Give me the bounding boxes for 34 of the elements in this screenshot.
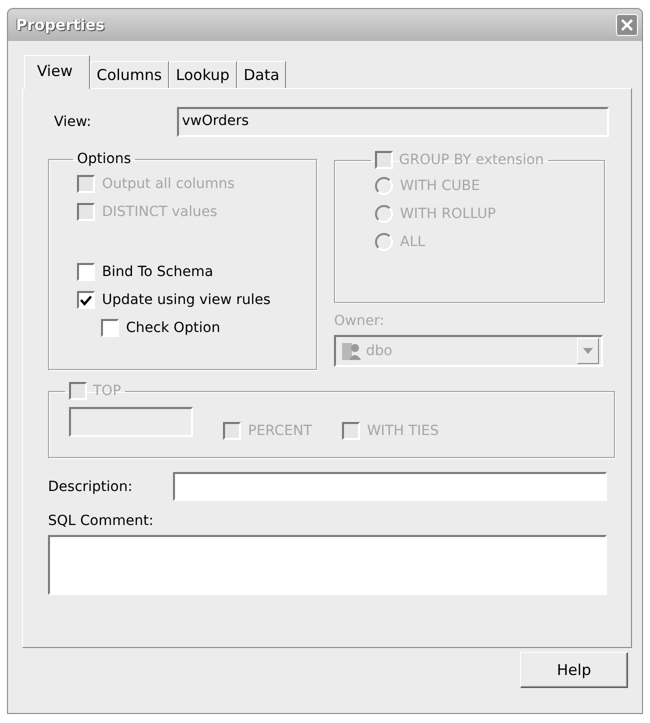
- view-label: View:: [54, 114, 92, 130]
- owner-value: dbo: [366, 343, 392, 359]
- checkbox[interactable]: [101, 319, 119, 337]
- top-count-field[interactable]: [69, 407, 193, 437]
- description-label: Description:: [48, 478, 134, 494]
- window-title: Properties: [16, 16, 104, 34]
- radio-label: WITH ROLLUP: [400, 206, 496, 222]
- sql-comment-field[interactable]: [48, 535, 607, 595]
- checkbox-label: PERCENT: [248, 423, 312, 439]
- view-name-field[interactable]: vwOrders: [177, 107, 609, 137]
- tab[interactable]: View: [24, 55, 90, 89]
- owner-label: Owner:: [334, 313, 386, 329]
- checkbox-label: Bind To Schema: [102, 264, 214, 280]
- radio-label: WITH CUBE: [400, 178, 480, 194]
- group-title: Options: [77, 151, 132, 167]
- checkbox-label: WITH TIES: [366, 423, 439, 439]
- checkbox[interactable]: [77, 291, 95, 309]
- close-button[interactable]: [616, 14, 638, 36]
- checkbox-label: Update using view rules: [102, 292, 271, 308]
- checkbox-label: GROUP BY extension: [399, 152, 544, 168]
- checkbox-label: Check Option: [126, 320, 220, 336]
- help-button[interactable]: Help: [520, 652, 628, 688]
- tab[interactable]: Columns: [90, 61, 169, 88]
- checkbox-label: Output all columns: [102, 176, 235, 192]
- checkbox-label: TOP: [93, 383, 122, 399]
- tab[interactable]: Lookup: [168, 61, 237, 88]
- checkbox[interactable]: [77, 263, 95, 281]
- radio-label: ALL: [400, 234, 426, 250]
- tab[interactable]: Data: [236, 61, 286, 88]
- close-icon: [620, 18, 634, 32]
- checkbox-label: DISTINCT values: [102, 204, 218, 220]
- sql-comment-label: SQL Comment:: [48, 513, 154, 529]
- user-icon: [340, 340, 362, 362]
- description-field[interactable]: [173, 472, 607, 501]
